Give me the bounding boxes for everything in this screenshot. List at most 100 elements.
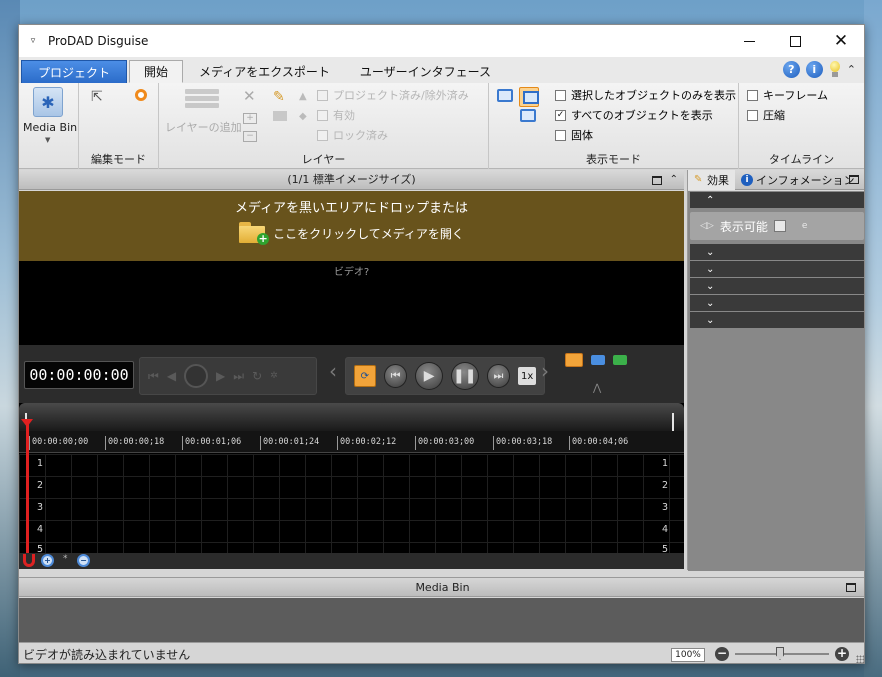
chevron-down-icon[interactable]: ▼ bbox=[45, 136, 50, 144]
step-back-icon[interactable]: ◀ bbox=[167, 369, 176, 383]
effect-section-header[interactable]: ⌄ bbox=[690, 295, 864, 311]
folder-add-icon: + bbox=[239, 222, 270, 245]
timeline-tracks[interactable]: 1 2 3 4 5 1 2 3 4 5 bbox=[19, 454, 684, 555]
edit-controls: ⏮ ◀ ▶ ⏭ ↻ ✲ bbox=[139, 357, 317, 395]
chevron-left-icon[interactable]: ‹ bbox=[329, 359, 337, 383]
skip-start-icon[interactable]: ⏮ bbox=[148, 369, 159, 384]
skip-end-icon[interactable]: ⏭ bbox=[233, 369, 244, 384]
help-icon[interactable]: ? bbox=[782, 61, 800, 78]
tip-bulb-icon[interactable] bbox=[829, 61, 841, 78]
effect-section-header[interactable]: ⌄ bbox=[690, 312, 864, 328]
checkbox[interactable] bbox=[747, 89, 758, 101]
effect-section-header[interactable]: ⌄ bbox=[690, 278, 864, 294]
video-preview[interactable]: ビデオ? bbox=[19, 261, 684, 345]
checkbox[interactable] bbox=[317, 89, 328, 101]
info-icon[interactable]: i bbox=[805, 61, 823, 78]
maximize-panel-icon[interactable] bbox=[651, 175, 662, 185]
marker-icon[interactable]: ⋀ bbox=[593, 383, 603, 394]
chevron-right-icon[interactable]: › bbox=[541, 359, 549, 383]
maximize-panel-icon[interactable] bbox=[849, 175, 859, 184]
effect-section-header[interactable]: ⌄ bbox=[690, 244, 864, 260]
media-drop-area[interactable]: メディアを黒いエリアにドロップまたは + ここをクリックしてメディアを開く bbox=[19, 191, 684, 261]
checkbox[interactable] bbox=[747, 109, 758, 121]
add-layer-button[interactable]: レイヤーの追加 bbox=[165, 119, 242, 135]
next-frame-icon[interactable]: ⏭ bbox=[486, 364, 511, 388]
view-mode-orange-icon[interactable] bbox=[565, 353, 583, 367]
monitor-view-icon[interactable] bbox=[497, 89, 513, 102]
media-bin-area[interactable] bbox=[19, 598, 864, 642]
view-mode-blue-icon[interactable] bbox=[591, 355, 605, 365]
visibility-row[interactable]: ◁▷ 表示可能 e bbox=[690, 212, 864, 240]
tab-export-media[interactable]: メディアをエクスポート bbox=[185, 60, 344, 83]
tab-project[interactable]: プロジェクト bbox=[21, 60, 128, 83]
view-option-all-objects[interactable]: ✓ すべてのオブジェクトを表示 bbox=[555, 107, 713, 123]
playhead[interactable] bbox=[26, 421, 29, 553]
layer-order-icon[interactable] bbox=[273, 111, 287, 121]
pointer-tool-icon[interactable]: ⇱ bbox=[91, 89, 105, 105]
layer-option-enabled[interactable]: 有効 bbox=[317, 107, 355, 123]
view-option-selected-only[interactable]: 選択したオブジェクトのみを表示 bbox=[555, 87, 736, 103]
close-button[interactable]: ✕ bbox=[818, 25, 864, 57]
checkbox[interactable] bbox=[555, 129, 566, 141]
zoom-slider-thumb[interactable] bbox=[776, 647, 784, 660]
preview-header-buttons: ⌃ bbox=[651, 170, 678, 190]
redo-icon[interactable]: ↻ bbox=[252, 369, 262, 383]
zoom-out-button[interactable]: − bbox=[715, 647, 729, 661]
resize-grip[interactable] bbox=[856, 655, 864, 663]
media-bin-button[interactable]: ✱ bbox=[33, 87, 63, 117]
collapse-panel-icon[interactable]: ⌃ bbox=[670, 170, 678, 190]
zoom-in-button[interactable]: + bbox=[835, 647, 849, 661]
checkbox[interactable] bbox=[555, 89, 566, 101]
move-layer-up-icon[interactable]: ▲ bbox=[299, 91, 307, 102]
zoom-level[interactable]: 100% bbox=[671, 648, 705, 662]
zoom-reset-icon[interactable]: * bbox=[63, 554, 68, 564]
maximize-button[interactable] bbox=[772, 25, 818, 57]
effect-section-header[interactable]: ⌄ bbox=[690, 261, 864, 277]
layer-option-projected[interactable]: プロジェクト済み/除外済み bbox=[317, 87, 469, 103]
magnet-icon[interactable] bbox=[23, 554, 35, 567]
timeline-ruler[interactable]: 00:00:00;00 00:00:00;18 00:00:01;06 00:0… bbox=[19, 431, 684, 453]
checkbox[interactable]: ✓ bbox=[555, 109, 566, 121]
effect-section-header[interactable]: ⌃ bbox=[690, 192, 864, 208]
checkbox[interactable] bbox=[317, 109, 328, 121]
collapse-ribbon-icon[interactable]: ⌃ bbox=[847, 63, 856, 76]
view-option-solid[interactable]: 固体 bbox=[555, 127, 593, 143]
zoom-in-icon[interactable]: + bbox=[41, 554, 54, 567]
keyframe-e-icon[interactable]: e bbox=[802, 221, 808, 231]
pause-icon[interactable]: ❚❚ bbox=[450, 362, 479, 390]
checkbox[interactable] bbox=[317, 129, 328, 141]
layer-minus-icon[interactable]: − bbox=[243, 131, 257, 142]
layer-plus-icon[interactable]: + bbox=[243, 113, 257, 124]
minimize-button[interactable] bbox=[726, 25, 772, 57]
monitor-view-active-icon[interactable] bbox=[519, 87, 539, 107]
title-bar: ▿ ProDAD Disguise ✕ bbox=[19, 25, 864, 57]
maximize-panel-icon[interactable] bbox=[846, 583, 856, 592]
speed-button[interactable]: 1x bbox=[518, 367, 536, 385]
play-icon[interactable]: ▶ bbox=[415, 362, 443, 390]
tab-effects[interactable]: ✎ 効果 bbox=[688, 169, 735, 190]
system-menu-icon[interactable]: ▿ bbox=[22, 36, 44, 46]
previous-frame-icon[interactable]: ⏮ bbox=[383, 364, 408, 388]
layer-option-locked[interactable]: ロック済み bbox=[317, 127, 388, 143]
timeline[interactable]: 00:00:00;00 00:00:00;18 00:00:01;06 00:0… bbox=[19, 403, 684, 555]
target-tool-icon[interactable] bbox=[135, 89, 147, 101]
timeline-option-keyframe[interactable]: キーフレーム bbox=[747, 87, 828, 103]
timeline-option-compress[interactable]: 圧縮 bbox=[747, 107, 785, 123]
tab-user-interface[interactable]: ユーザーインタフェース bbox=[346, 60, 505, 83]
delete-layer-icon[interactable]: ✕ bbox=[243, 87, 256, 105]
linked-view-icon[interactable] bbox=[520, 109, 536, 122]
view-mode-green-icon[interactable] bbox=[613, 355, 627, 365]
step-forward-icon[interactable]: ▶ bbox=[216, 369, 225, 383]
pencil-icon[interactable]: ✎ bbox=[273, 89, 285, 105]
loop-icon[interactable]: ⟳ bbox=[354, 365, 376, 387]
move-layer-down-icon[interactable]: ◆ bbox=[299, 111, 307, 122]
visible-checkbox[interactable] bbox=[773, 220, 786, 232]
settings-gear-icon[interactable]: ✲ bbox=[270, 371, 278, 381]
record-icon[interactable] bbox=[184, 364, 209, 388]
layer-option-label: プロジェクト済み/除外済み bbox=[333, 89, 469, 102]
ribbon-group-layer: レイヤーの追加 ✕ + − ✎ ▲ ◆ プロジェクト済み/除外済み 有効 ロック… bbox=[159, 83, 489, 169]
open-media-link[interactable]: + ここをクリックしてメディアを開く bbox=[19, 222, 684, 245]
tab-start[interactable]: 開始 bbox=[129, 60, 184, 83]
zoom-out-icon[interactable]: − bbox=[77, 554, 90, 567]
tab-information[interactable]: i インフォメーション bbox=[735, 170, 860, 190]
